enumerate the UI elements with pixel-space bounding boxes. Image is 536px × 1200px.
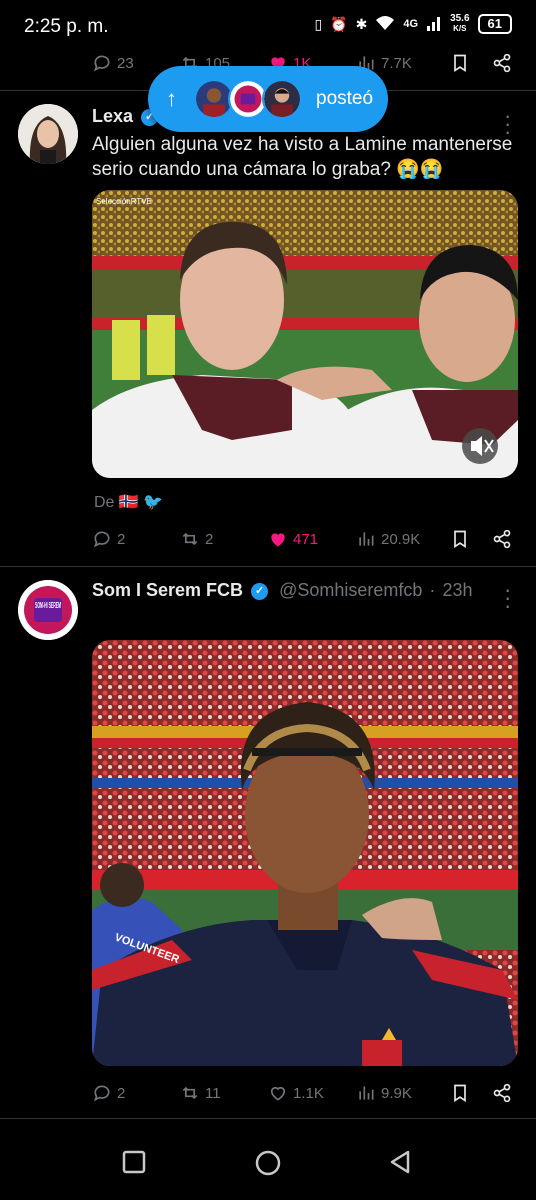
avatar-text: SOM-HI SEREM [35, 601, 61, 610]
share-icon[interactable] [492, 529, 512, 549]
pill-label: posteó [316, 88, 374, 109]
image-frame: VOLUNTEER [92, 640, 518, 1066]
tweet-video[interactable]: SelecciónRTVE [92, 190, 518, 478]
like-count: 1.1K [293, 1084, 324, 1102]
reply-icon [93, 55, 110, 72]
avatar-image: SOM-HI SEREM [18, 580, 78, 640]
video-watermark: SelecciónRTVE [96, 197, 152, 206]
signal-icon [426, 15, 442, 34]
status-time: 2:25 p. m. [24, 16, 109, 37]
repost-count: 2 [205, 530, 214, 548]
reply-count: 23 [117, 54, 134, 72]
author-name: Lexa [92, 106, 134, 126]
tweet-time: 23h [442, 580, 473, 600]
alarm-icon: ⏰ [330, 15, 348, 32]
bookmark-icon[interactable] [450, 529, 470, 549]
repost-icon [182, 532, 198, 546]
like-button[interactable]: 1.1K [268, 1083, 356, 1103]
source-attribution: De 🇳🇴 🐦 [94, 492, 163, 512]
reply-count: 2 [117, 1084, 126, 1102]
divider [0, 566, 536, 567]
tweet-text: Alguien alguna vez ha visto a Lamine man… [92, 134, 513, 180]
avatar[interactable] [18, 104, 78, 164]
like-count: 471 [293, 530, 319, 548]
views-count: 9.9K [381, 1084, 412, 1102]
heart-outline-icon [270, 1086, 286, 1101]
author-handle: @Somhiseremfcb [279, 580, 423, 600]
bluetooth-icon: ✱ [355, 15, 368, 32]
share-icon[interactable] [492, 1083, 512, 1103]
status-bar: 2:25 p. m. ▯ ⏰ ✱ 4G 35.6 K/S 61 [0, 0, 536, 54]
reply-button[interactable]: 2 [92, 529, 180, 549]
views-icon [359, 532, 374, 546]
repost-button[interactable]: 2 [180, 529, 268, 549]
views-count: 20.9K [381, 530, 421, 548]
separator-dot: · [429, 580, 436, 600]
reply-button[interactable]: 2 [92, 1083, 180, 1103]
system-nav-bar [0, 1120, 536, 1200]
back-button-icon[interactable] [388, 1150, 412, 1174]
author-name: Som I Serem FCB [92, 580, 244, 600]
recents-button-icon[interactable] [122, 1150, 146, 1174]
views-icon [359, 1086, 374, 1100]
repost-button[interactable]: 11 [180, 1083, 268, 1103]
bookmark-icon[interactable] [450, 1083, 470, 1103]
wifi-icon [375, 15, 395, 34]
share-icon[interactable] [492, 53, 512, 73]
views-button[interactable]: 9.9K [356, 1083, 444, 1103]
divider [0, 1118, 536, 1119]
arrow-up-icon: ↑ [166, 86, 177, 111]
bookmark-icon[interactable] [450, 53, 470, 73]
repost-icon [182, 1086, 198, 1100]
video-frame: SelecciónRTVE [92, 190, 518, 478]
reply-icon [93, 531, 110, 548]
views-count: 7.7K [381, 54, 412, 72]
new-posts-pill[interactable]: ↑ posteó [148, 66, 388, 132]
tweet-actions: 2 11 1.1K 9.9K [92, 1078, 512, 1108]
tweet-author[interactable]: Som I Serem FCB ✓ @Somhiseremfcb · 23h [92, 580, 472, 601]
network-speed-unit: K/S [453, 24, 467, 33]
status-icons: ▯ ⏰ ✱ 4G 35.6 K/S 61 [314, 14, 512, 34]
reply-count: 2 [117, 530, 126, 548]
like-button[interactable]: 471 [268, 529, 356, 549]
views-button[interactable]: 20.9K [356, 529, 444, 549]
verified-badge-icon: ✓ [251, 582, 269, 600]
from-flag: 🇳🇴 [118, 494, 139, 511]
heart-icon [271, 533, 285, 547]
reply-icon [93, 1085, 110, 1102]
tweet-image[interactable]: VOLUNTEER [92, 640, 518, 1066]
more-options-icon[interactable]: · · · [504, 579, 511, 617]
network-type: 4G [403, 18, 419, 30]
from-label: De [94, 494, 115, 511]
tweet-author[interactable]: Lexa ✓ [92, 106, 159, 127]
network-speed-value: 35.6 [450, 13, 470, 24]
network-speed: 35.6 K/S [450, 14, 469, 34]
avatar[interactable]: SOM-HI SEREM [18, 580, 78, 640]
tweet-actions: 2 2 471 20.9K [92, 524, 512, 554]
battery-indicator: 61 [477, 14, 512, 34]
repost-count: 11 [205, 1084, 221, 1102]
pill-avatar [262, 79, 302, 119]
vibrate-icon: ▯ [314, 15, 323, 32]
home-button-icon[interactable] [255, 1150, 281, 1176]
avatar-image [18, 104, 78, 164]
twitter-bird-icon: 🐦 [143, 494, 164, 511]
